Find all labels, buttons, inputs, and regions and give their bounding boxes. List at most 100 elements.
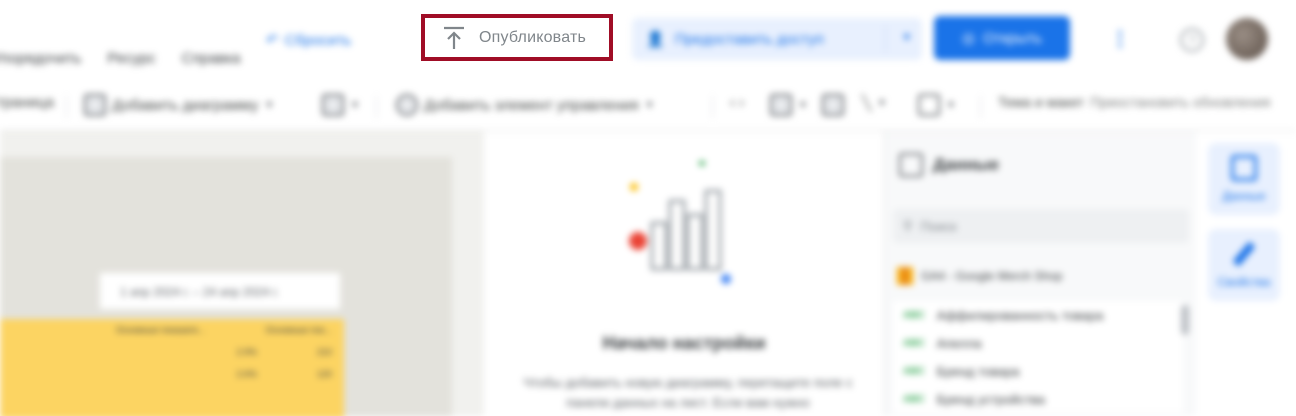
properties-tab-label: Свойства: [1217, 275, 1271, 289]
properties-tab[interactable]: Свойства: [1208, 229, 1280, 301]
avatar[interactable]: [1226, 18, 1268, 60]
data-panel-title: Данные: [933, 155, 1000, 174]
open-button[interactable]: ◎ Открыть: [934, 16, 1070, 60]
setup-title: Начало настройки: [602, 333, 766, 353]
page-label: Страница: [0, 94, 54, 111]
share-divider: [885, 26, 886, 52]
data-source[interactable]: GA4 - Google Merch Shop: [897, 267, 1062, 285]
image-button[interactable]: ▼: [770, 94, 808, 116]
reset-button[interactable]: ↶ Сбросить: [266, 26, 351, 54]
code-icon[interactable]: ‹ ›: [730, 94, 744, 111]
right-rail: Данные Свойства: [1196, 131, 1296, 416]
data-tab-label: Данные: [1222, 189, 1266, 203]
text-field-icon: ABC: [903, 337, 925, 349]
date-range-label: 1 апр 2024 г. – 24 апр 2024 г.: [120, 285, 279, 299]
pause-updates-button[interactable]: Приостановить обновления: [1090, 94, 1270, 110]
table-header: Основные показате...: [115, 325, 206, 335]
data-panel: Данные ⚲ Поиск GA4 - Google Merch Shop A…: [884, 131, 1196, 416]
add-control-button[interactable]: Добавить элемент управления ▼: [396, 94, 655, 116]
list-item[interactable]: ABC Бренд товара: [893, 357, 1183, 385]
list-item[interactable]: ABC Апелла: [893, 329, 1183, 357]
scrollbar[interactable]: [1181, 305, 1189, 335]
data-tab[interactable]: Данные: [1208, 143, 1280, 215]
chevron-down-icon[interactable]: ▾: [903, 29, 910, 45]
table-chart[interactable]: Основные показате... Основные пок... 2.9…: [0, 319, 344, 416]
share-label: Предоставить доступ: [674, 30, 824, 48]
table-cell: 120: [316, 369, 332, 379]
menu-item-help[interactable]: Справка: [182, 50, 241, 74]
chevron-down-icon: ▼: [264, 99, 275, 111]
menu-item-arrange[interactable]: Упорядочить: [0, 50, 81, 74]
page-menu[interactable]: Страница: [0, 94, 54, 111]
toolbar: Страница Добавить диаграмму ▼ ▼ Добавить…: [0, 86, 1296, 126]
search-icon: ⚲: [903, 218, 913, 233]
pencil-icon: [1232, 241, 1256, 267]
upload-arrow-icon: [444, 26, 464, 49]
share-button[interactable]: 👤 Предоставить доступ ▾: [632, 18, 922, 60]
chevron-down-icon: ▼: [350, 99, 360, 111]
table-cell: 210: [316, 347, 332, 357]
table-header-row: Основные показате... Основные пок...: [0, 319, 344, 341]
table-icon: [899, 153, 923, 177]
publish-label: Опубликовать: [479, 28, 587, 46]
theme-layout-button[interactable]: Тема и макет: [998, 94, 1084, 110]
help-circle-icon[interactable]: ?: [1180, 28, 1204, 52]
data-panel-header: Данные: [899, 153, 999, 177]
toolbar-divider: [376, 96, 377, 118]
line-icon: ╲: [862, 95, 872, 112]
list-item[interactable]: ABC Аффилированность товара: [893, 301, 1183, 329]
field-search-input[interactable]: ⚲ Поиск: [893, 209, 1189, 243]
field-list: ABC Аффилированность товара ABC Апелла ABC…: [893, 301, 1183, 413]
table-cell: 2.6%: [236, 369, 257, 379]
undo-icon: ↶: [266, 32, 279, 49]
text-box-button[interactable]: [822, 94, 844, 116]
open-label: Открыть: [983, 29, 1042, 47]
text-field-icon: ABC: [903, 393, 925, 405]
data-source-name: GA4 - Google Merch Shop: [921, 269, 1063, 283]
table-header: Основные пок...: [265, 325, 332, 335]
menu-item-resource[interactable]: Ресурс: [107, 50, 155, 74]
looker-studio-editor: ↶ Сбросить 👤 Предоставить доступ ▾ ◎ Отк…: [0, 0, 1296, 416]
vertical-dots-icon[interactable]: ⋮: [1110, 26, 1130, 51]
eye-icon: ◎: [961, 30, 976, 47]
table-row: 2.9% 210: [0, 341, 344, 363]
report-canvas[interactable]: 1 апр 2024 г. – 24 апр 2024 г. Основные …: [0, 131, 484, 416]
toolbar-divider: [712, 96, 713, 118]
square-icon: [918, 94, 940, 116]
line-button[interactable]: ╲ ▼: [862, 94, 887, 112]
publish-button[interactable]: Опубликовать: [421, 14, 613, 61]
text-field-icon: ABC: [903, 309, 925, 321]
setup-description: Чтобы добавить новую диаграмму, перетащи…: [523, 375, 853, 410]
blurred-background: ↶ Сбросить 👤 Предоставить доступ ▾ ◎ Отк…: [0, 0, 1296, 416]
reset-label: Сбросить: [284, 31, 352, 49]
field-name: Бренд товара: [936, 363, 1020, 379]
text-box-icon: [822, 94, 844, 116]
setup-panel: Начало настройки Чтобы добавить новую ди…: [484, 131, 884, 416]
table-row: 2.6% 120: [0, 363, 344, 385]
add-chart-button[interactable]: Добавить диаграмму ▼: [84, 94, 274, 116]
field-name: Апелла: [936, 335, 982, 351]
control-icon: [396, 94, 418, 116]
shape-button[interactable]: ▼: [918, 94, 956, 116]
text-field-icon: ABC: [903, 365, 925, 377]
field-name: Бренд устройства: [936, 391, 1046, 407]
community-viz-button[interactable]: ▼: [322, 94, 360, 116]
chart-illustration-icon: [629, 161, 731, 284]
field-name: Аффилированность товара: [936, 307, 1104, 323]
toolbar-divider: [66, 96, 67, 118]
search-placeholder: Поиск: [920, 218, 957, 234]
google-analytics-icon: [897, 267, 913, 285]
table-cell: 2.9%: [236, 347, 257, 357]
list-item[interactable]: ABC Бренд устройства: [893, 385, 1183, 413]
add-person-icon: 👤: [646, 31, 665, 48]
grid-icon: [322, 94, 344, 116]
toolbar-divider: [980, 96, 981, 118]
add-chart-label: Добавить диаграмму: [112, 96, 259, 114]
add-control-label: Добавить элемент управления: [424, 96, 639, 114]
image-icon: [770, 94, 792, 116]
menu-bar: Упорядочить Ресурс Справка: [0, 50, 240, 74]
date-range-control[interactable]: 1 апр 2024 г. – 24 апр 2024 г.: [100, 273, 340, 309]
pause-label: Приостановить обновления: [1090, 94, 1271, 110]
theme-label: Тема и макет: [998, 94, 1084, 110]
chart-icon: [84, 94, 106, 116]
